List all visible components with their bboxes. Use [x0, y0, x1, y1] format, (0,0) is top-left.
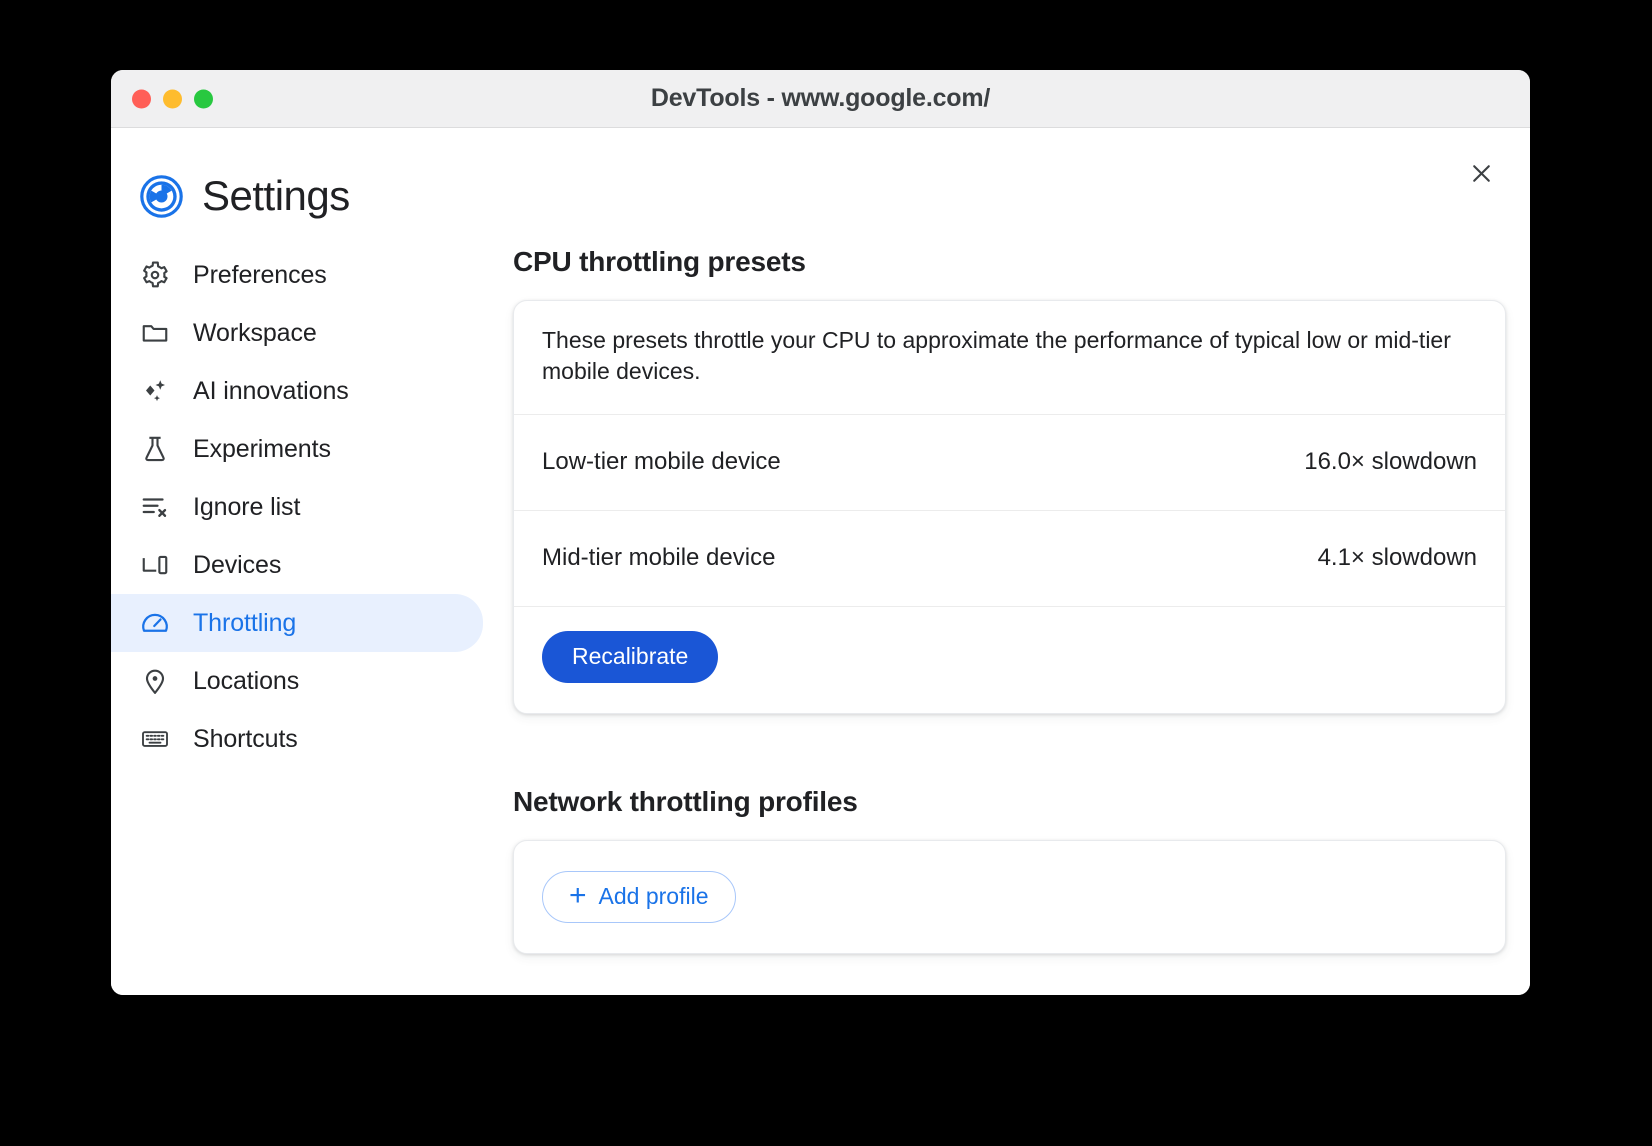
sidebar-item-label: AI innovations [193, 377, 349, 406]
plus-icon: + [569, 881, 587, 911]
sidebar-item-throttling[interactable]: Throttling [111, 594, 483, 652]
sparkle-icon [139, 375, 171, 407]
settings-dialog: Settings Preferences [111, 128, 1530, 995]
settings-sidebar: Preferences Workspace [111, 246, 483, 954]
cpu-card-actions: Recalibrate [514, 607, 1505, 713]
section-spacer [513, 714, 1506, 786]
sidebar-item-ignore-list[interactable]: Ignore list [111, 478, 483, 536]
sidebar-item-workspace[interactable]: Workspace [111, 304, 483, 362]
cpu-section-description: These presets throttle your CPU to appro… [514, 301, 1505, 415]
keyboard-icon [139, 723, 171, 755]
window-titlebar: DevTools - www.google.com/ [111, 70, 1530, 128]
close-window-button[interactable] [132, 89, 151, 108]
screen: DevTools - www.google.com/ [0, 0, 1652, 1146]
devices-icon [139, 549, 171, 581]
settings-main-panel: CPU throttling presets These presets thr… [483, 246, 1530, 954]
devtools-window: DevTools - www.google.com/ [111, 70, 1530, 995]
gear-icon [139, 259, 171, 291]
sidebar-item-locations[interactable]: Locations [111, 652, 483, 710]
sidebar-item-label: Throttling [193, 609, 296, 638]
cpu-throttling-card: These presets throttle your CPU to appro… [513, 300, 1506, 714]
minimize-window-button[interactable] [163, 89, 182, 108]
preset-value: 4.1× slowdown [1318, 544, 1477, 572]
preset-name: Mid-tier mobile device [542, 544, 775, 572]
sidebar-item-label: Locations [193, 667, 299, 696]
traffic-light-controls [132, 89, 213, 108]
sidebar-item-experiments[interactable]: Experiments [111, 420, 483, 478]
sidebar-item-label: Experiments [193, 435, 331, 464]
sidebar-item-devices[interactable]: Devices [111, 536, 483, 594]
folder-icon [139, 317, 171, 349]
close-icon [1469, 161, 1494, 189]
page-title: Settings [202, 172, 350, 220]
cpu-section-title: CPU throttling presets [513, 246, 1506, 278]
sidebar-item-shortcuts[interactable]: Shortcuts [111, 710, 483, 768]
network-profiles-card: + Add profile [513, 840, 1506, 954]
sidebar-item-label: Devices [193, 551, 281, 580]
flask-icon [139, 433, 171, 465]
zoom-window-button[interactable] [194, 89, 213, 108]
sidebar-item-preferences[interactable]: Preferences [111, 246, 483, 304]
speedometer-icon [139, 607, 171, 639]
preset-name: Low-tier mobile device [542, 448, 781, 476]
add-profile-label: Add profile [599, 883, 709, 910]
preset-row-mid-tier[interactable]: Mid-tier mobile device 4.1× slowdown [514, 511, 1505, 607]
sidebar-item-ai-innovations[interactable]: AI innovations [111, 362, 483, 420]
window-title: DevTools - www.google.com/ [111, 84, 1530, 113]
preset-row-low-tier[interactable]: Low-tier mobile device 16.0× slowdown [514, 415, 1505, 511]
map-pin-icon [139, 665, 171, 697]
sidebar-item-label: Preferences [193, 261, 327, 290]
add-profile-button[interactable]: + Add profile [542, 871, 736, 923]
sidebar-item-label: Ignore list [193, 493, 300, 522]
sidebar-item-label: Shortcuts [193, 725, 298, 754]
list-x-icon [139, 491, 171, 523]
chrome-logo-icon [139, 174, 184, 219]
settings-body: Preferences Workspace [111, 246, 1530, 954]
close-settings-button[interactable] [1460, 154, 1502, 196]
recalibrate-button[interactable]: Recalibrate [542, 631, 718, 683]
preset-value: 16.0× slowdown [1304, 448, 1477, 476]
sidebar-item-label: Workspace [193, 319, 317, 348]
network-section-title: Network throttling profiles [513, 786, 1506, 818]
settings-header: Settings [111, 128, 1530, 220]
